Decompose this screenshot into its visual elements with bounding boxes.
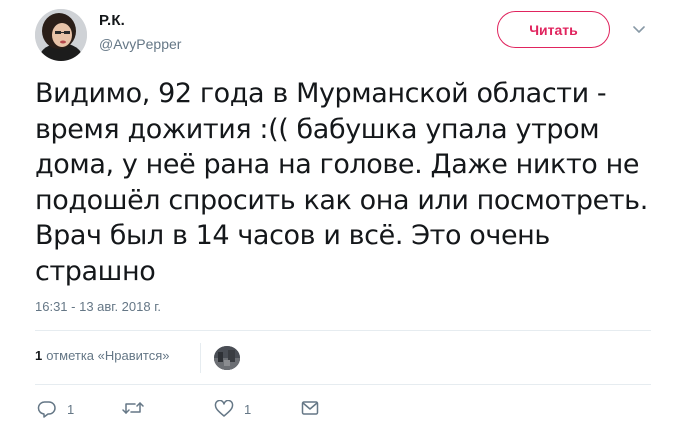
likes-summary[interactable]: 1 отметка «Нравится» [35, 348, 169, 363]
user-handle[interactable]: @AvyPepper [99, 36, 181, 52]
tweet-text: Видимо, 92 года в Мурманской области - в… [35, 78, 648, 287]
reply-button[interactable]: 1 [37, 400, 74, 418]
avatar[interactable] [35, 9, 87, 61]
chevron-down-icon[interactable] [632, 24, 646, 34]
liker-avatar[interactable] [214, 346, 240, 370]
like-button[interactable]: 1 [214, 400, 251, 418]
retweet-button[interactable] [122, 400, 154, 416]
envelope-icon [301, 401, 319, 415]
tweet-timestamp[interactable]: 16:31 - 13 авг. 2018 г. [35, 299, 161, 314]
divider [35, 384, 651, 385]
retweet-icon [122, 402, 144, 414]
direct-message-button[interactable] [301, 400, 319, 416]
tweet-card: Р.К. @AvyPepper Читать Видимо, 92 года в… [0, 0, 686, 445]
user-avatar-image [35, 9, 87, 61]
liker-avatar-image [214, 346, 240, 370]
likes-separator [200, 343, 201, 373]
likes-count: 1 [35, 348, 43, 363]
heart-icon [214, 400, 234, 417]
follow-button[interactable]: Читать [497, 11, 610, 48]
reply-count: 1 [67, 401, 75, 417]
divider [35, 330, 651, 331]
likes-label: отметка «Нравится» [46, 348, 170, 363]
reply-icon [37, 401, 56, 418]
display-name[interactable]: Р.К. [99, 12, 125, 29]
like-count: 1 [244, 401, 252, 417]
